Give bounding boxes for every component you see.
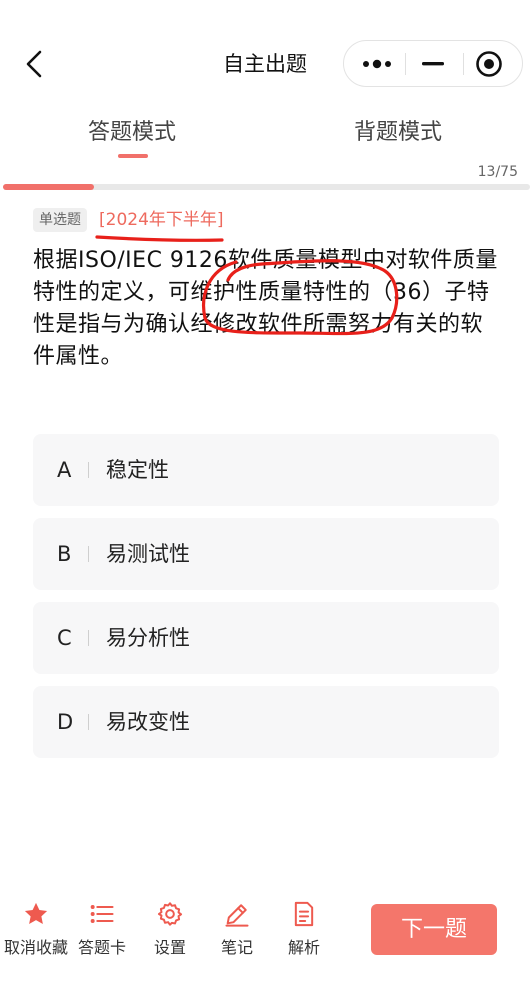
- nav-bar: 自主出题: [0, 0, 530, 100]
- notes-label: 笔记: [220, 938, 253, 957]
- unfavorite-button[interactable]: 取消收藏: [0, 900, 72, 958]
- option-text: 易分析性: [106, 626, 190, 650]
- settings-button[interactable]: 设置: [134, 900, 206, 958]
- analysis-label: 解析: [287, 938, 320, 957]
- option-text: 易改变性: [106, 710, 190, 734]
- option-letter: A: [57, 458, 72, 482]
- option-divider: [88, 714, 89, 730]
- question-source-tag: [2024年下半年]: [99, 210, 224, 230]
- progress-bar: [3, 184, 530, 190]
- option-divider: [88, 546, 89, 562]
- answer-card-button[interactable]: 答题卡: [66, 900, 138, 958]
- tab-answer-mode[interactable]: 答题模式: [88, 114, 176, 146]
- notes-button[interactable]: 笔记: [201, 900, 273, 958]
- option-d[interactable]: D 易改变性: [33, 686, 499, 758]
- minus-icon: [422, 61, 444, 65]
- question-counter: 13/75: [477, 164, 518, 180]
- option-text: 易测试性: [106, 542, 190, 566]
- close-miniprogram-button[interactable]: [458, 41, 520, 86]
- progress-bar-fill: [3, 184, 95, 190]
- option-divider: [88, 462, 89, 478]
- target-circle-icon: [476, 50, 502, 77]
- option-letter: D: [57, 710, 74, 734]
- mini-program-capsule: [343, 40, 523, 87]
- gear-icon: [134, 900, 206, 930]
- option-c[interactable]: C 易分析性: [33, 602, 499, 674]
- tab-recite-mode[interactable]: 背题模式: [354, 114, 442, 146]
- more-dots-icon: [363, 59, 391, 68]
- more-button[interactable]: [346, 41, 408, 86]
- pen-icon: [201, 900, 273, 930]
- option-text: 稳定性: [106, 458, 169, 482]
- settings-label: 设置: [153, 938, 186, 957]
- document-icon: [268, 900, 340, 930]
- option-a[interactable]: A 稳定性: [33, 434, 499, 506]
- question-type-badge: 单选题: [33, 208, 87, 232]
- star-icon: [0, 900, 72, 930]
- minimize-button[interactable]: [402, 41, 464, 86]
- option-divider: [88, 630, 89, 646]
- next-question-button[interactable]: 下一题: [371, 904, 497, 955]
- bottom-toolbar: 取消收藏 答题卡 设置 笔记 解析 下一题: [0, 890, 530, 998]
- active-tab-indicator: [118, 154, 148, 158]
- unfavorite-label: 取消收藏: [3, 938, 68, 957]
- question-text: 根据ISO/IEC 9126软件质量模型中对软件质量特性的定义，可维护性质量特性…: [33, 248, 498, 369]
- answer-card-label: 答题卡: [77, 938, 126, 957]
- mode-tabs: 答题模式 背题模式: [0, 104, 530, 164]
- list-icon: [66, 900, 138, 930]
- option-letter: C: [57, 626, 72, 650]
- option-letter: B: [57, 542, 72, 566]
- analysis-button[interactable]: 解析: [268, 900, 340, 958]
- option-b[interactable]: B 易测试性: [33, 518, 499, 590]
